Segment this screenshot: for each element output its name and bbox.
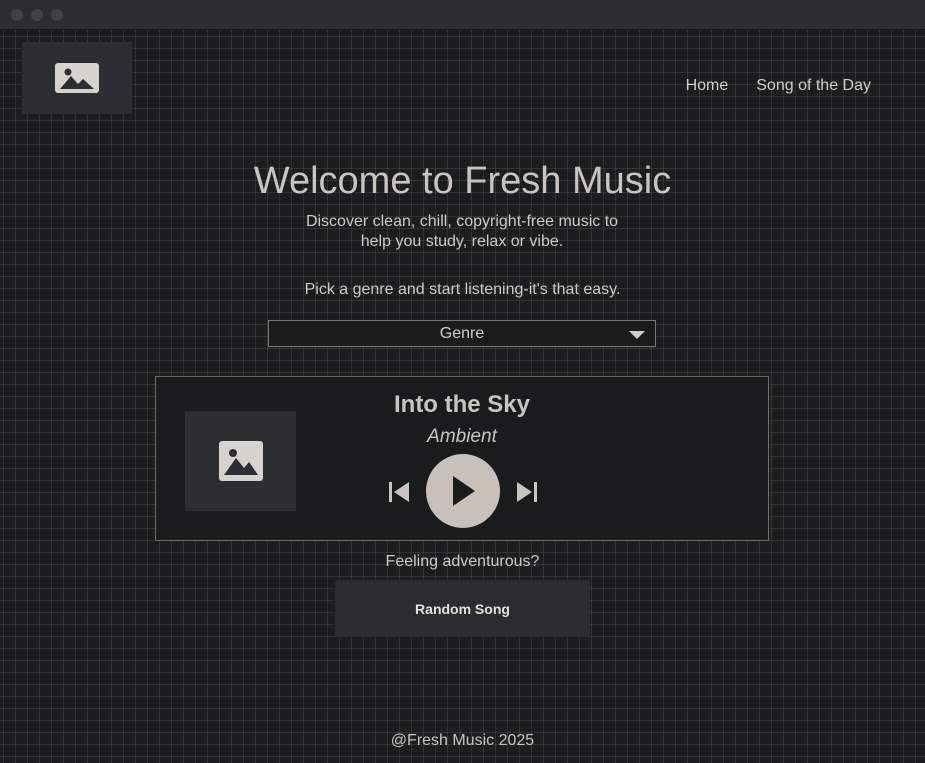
- page-body: Home Song of the Day Welcome to Fresh Mu…: [0, 30, 925, 763]
- footer-text: @Fresh Music 2025: [390, 732, 535, 749]
- window-close-dot[interactable]: [11, 9, 23, 21]
- random-song-button[interactable]: Random Song: [335, 580, 590, 637]
- image-placeholder-icon: [218, 441, 263, 481]
- main-nav: Home Song of the Day: [686, 77, 871, 95]
- site-logo[interactable]: [22, 42, 132, 114]
- song-genre: Ambient: [427, 426, 497, 447]
- nav-home-link[interactable]: Home: [686, 77, 729, 95]
- browser-window: Home Song of the Day Welcome to Fresh Mu…: [0, 0, 925, 763]
- play-button[interactable]: [426, 454, 500, 528]
- genre-select-value: Genre: [439, 324, 485, 342]
- nav-song-of-the-day-link[interactable]: Song of the Day: [756, 77, 871, 95]
- window-minimize-dot[interactable]: [31, 9, 43, 21]
- window-titlebar: [0, 0, 925, 30]
- random-prompt: Feeling adventurous?: [385, 553, 540, 570]
- genre-select[interactable]: Genre: [268, 320, 656, 347]
- window-maximize-dot[interactable]: [51, 9, 63, 21]
- caret-down-icon: [629, 331, 645, 339]
- hero-subtitle: Discover clean, chill, copyright-free mu…: [305, 213, 619, 250]
- play-icon: [453, 476, 475, 506]
- page-title: Welcome to Fresh Music: [253, 160, 672, 202]
- album-cover: [185, 411, 296, 511]
- hero-instructions: Pick a genre and start listening-it's th…: [304, 281, 621, 298]
- image-placeholder-icon: [55, 63, 99, 93]
- song-title: Into the Sky: [393, 391, 531, 418]
- music-player: Into the Sky Ambient: [155, 376, 769, 541]
- skip-next-icon[interactable]: [515, 481, 539, 508]
- player-controls: [384, 454, 544, 530]
- skip-previous-icon[interactable]: [387, 481, 411, 508]
